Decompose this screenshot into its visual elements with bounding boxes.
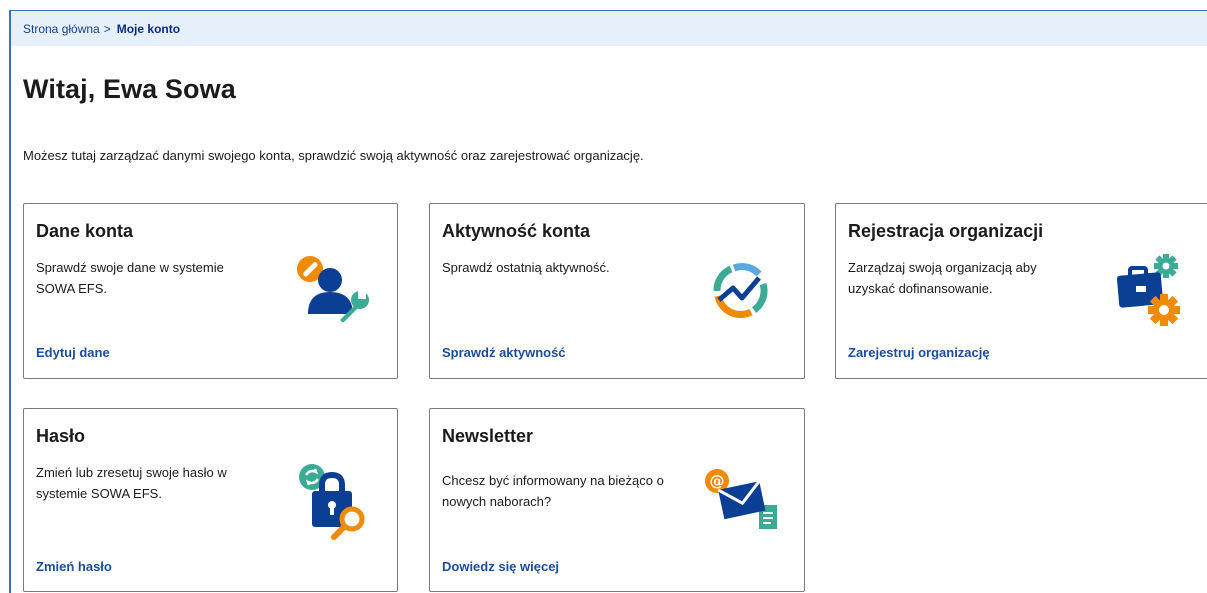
learn-more-link[interactable]: Dowiedz się więcej xyxy=(442,559,559,574)
breadcrumb-current: Moje konto xyxy=(116,21,181,36)
page-intro: Możesz tutaj zarządzać danymi swojego ko… xyxy=(23,148,644,163)
card-title: Aktywność konta xyxy=(442,221,591,241)
email-newsletter-icon: @ xyxy=(705,469,777,529)
card-title: Hasło xyxy=(36,426,86,446)
card-aktywnosc-konta: Aktywność konta Sprawdź ostatnią aktywno… xyxy=(429,203,805,379)
card-title: Rejestracja organizacji xyxy=(848,221,1044,241)
card-description-line: uzyskać dofinansowanie. xyxy=(848,281,993,296)
page-title: Witaj, Ewa Sowa xyxy=(23,74,236,104)
card-description: Chcesz być informowany na bieżąco o nowy… xyxy=(442,470,682,512)
card-dane-konta: Dane konta Sprawdź swoje dane w systemie… xyxy=(23,203,398,379)
card-description-line: Sprawdź ostatnią aktywność. xyxy=(442,260,610,275)
card-description-line: SOWA EFS. xyxy=(36,281,108,296)
card-title: Newsletter xyxy=(442,426,534,446)
breadcrumb-separator: > xyxy=(103,21,111,36)
edit-data-link[interactable]: Edytuj dane xyxy=(36,345,110,360)
card-description-line: Zmień lub zresetuj swoje hasło w xyxy=(36,465,227,480)
card-description: Zarządzaj swoją organizacją aby uzyskać … xyxy=(848,257,1088,299)
card-description: Sprawdź ostatnią aktywność. xyxy=(442,257,682,278)
breadcrumb-home-link[interactable]: Strona główna xyxy=(23,22,100,36)
briefcase-gears-icon xyxy=(1116,254,1180,326)
card-title: Dane konta xyxy=(36,221,134,241)
card-description-line: Chcesz być informowany na bieżąco o xyxy=(442,473,664,488)
card-description-line: Sprawdź swoje dane w systemie xyxy=(36,260,224,275)
card-description: Sprawdź swoje dane w systemie SOWA EFS. xyxy=(36,257,276,299)
activity-chart-icon xyxy=(713,263,768,318)
svg-text:@: @ xyxy=(710,472,725,490)
card-newsletter: Newsletter Chcesz być informowany na bie… xyxy=(429,408,805,592)
padlock-search-icon xyxy=(299,464,365,540)
card-description-line: Zarządzaj swoją organizacją aby xyxy=(848,260,1037,275)
card-rejestracja-organizacji: Rejestracja organizacji Zarządzaj swoją … xyxy=(835,203,1207,379)
card-description: Zmień lub zresetuj swoje hasło w systemi… xyxy=(36,462,276,504)
check-activity-link[interactable]: Sprawdź aktywność xyxy=(442,345,566,360)
card-description-line: nowych naborach? xyxy=(442,494,552,509)
card-haslo: Hasło Zmień lub zresetuj swoje hasło w s… xyxy=(23,408,398,592)
register-organization-link[interactable]: Zarejestruj organizację xyxy=(848,345,990,360)
card-description-line: systemie SOWA EFS. xyxy=(36,486,162,501)
frame-left-border xyxy=(9,10,11,593)
change-password-link[interactable]: Zmień hasło xyxy=(36,559,112,574)
breadcrumb: Strona główna > Moje konto xyxy=(11,10,1207,46)
user-settings-icon xyxy=(297,256,369,322)
